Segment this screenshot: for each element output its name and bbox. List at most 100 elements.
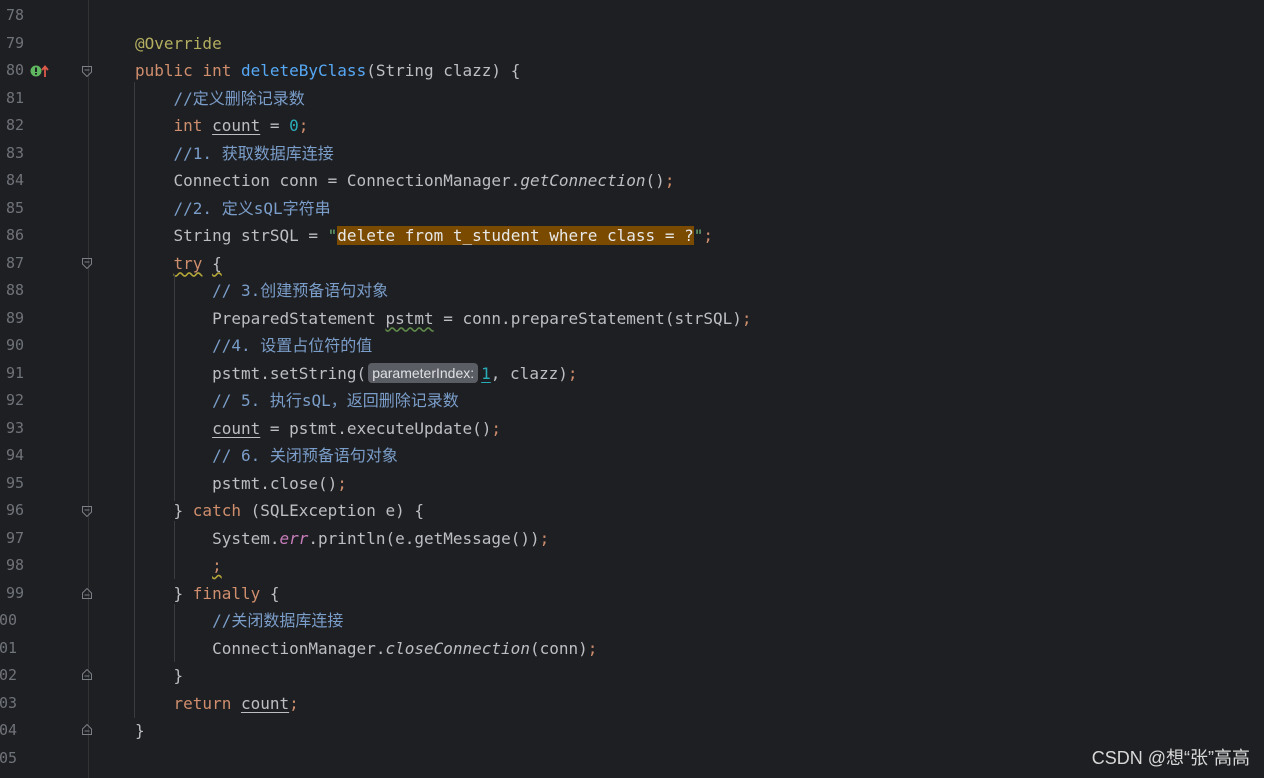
code-token: =	[260, 116, 290, 135]
code-line[interactable]: 78	[0, 2, 1264, 30]
code-token: pstmt.close()	[135, 473, 338, 493]
code-line[interactable]: 83 //1. 获取数据库连接	[0, 140, 1264, 168]
code-text[interactable]: String strSQL = "delete from t_student w…	[135, 222, 713, 250]
line-number: 84	[6, 171, 25, 189]
code-text[interactable]: //1. 获取数据库连接	[135, 140, 334, 168]
code-text[interactable]: }	[135, 662, 184, 690]
code-text[interactable]: pstmt.setString(parameterIndex: 1, clazz)…	[135, 360, 577, 388]
line-number: 87	[6, 253, 25, 272]
code-token: ;	[587, 638, 598, 658]
code-text[interactable]: int count = 0;	[135, 112, 309, 140]
code-text[interactable]: //2. 定义sQL字符串	[135, 195, 331, 223]
code-line[interactable]: 105	[0, 745, 1264, 773]
code-token: int	[202, 61, 241, 80]
code-token: count	[212, 418, 261, 438]
code-line[interactable]: 91 pstmt.setString(parameterIndex: 1, cla…	[0, 360, 1264, 388]
line-number: 83	[6, 143, 25, 162]
code-text[interactable]: return count;	[135, 690, 299, 718]
indent-guide	[174, 521, 175, 579]
line-number: 81	[6, 88, 25, 107]
code-text[interactable]: ;	[135, 552, 222, 580]
code-line[interactable]: 79 @Override	[0, 30, 1264, 58]
code-token: delete from t_student where class = ?	[337, 226, 694, 245]
code-line[interactable]: 102 }	[0, 662, 1264, 690]
code-token: ;	[337, 473, 347, 493]
code-text[interactable]: @Override	[135, 30, 222, 58]
code-text[interactable]: public int deleteByClass(String clazz) {	[135, 57, 520, 85]
fold-marker-icon[interactable]	[82, 506, 92, 517]
fold-marker-icon[interactable]	[82, 66, 92, 77]
line-number: 95	[6, 473, 25, 492]
code-token: // 3.创建预备语句对象	[212, 281, 389, 300]
code-line[interactable]: 86 String strSQL = "delete from t_studen…	[0, 222, 1264, 250]
line-number: 82	[6, 116, 25, 134]
code-token: ;	[567, 363, 578, 383]
code-line[interactable]: 99 } finally {	[0, 580, 1264, 608]
code-token: PreparedStatement	[135, 308, 386, 328]
code-text[interactable]: //定义删除记录数	[135, 85, 305, 113]
code-token: deleteByClass	[240, 61, 367, 80]
code-line[interactable]: 87 try {	[0, 250, 1264, 278]
code-token: //4. 设置占位符的值	[212, 336, 373, 355]
code-line[interactable]: 93 count = pstmt.executeUpdate();	[0, 415, 1264, 443]
code-line[interactable]: 90 //4. 设置占位符的值	[0, 332, 1264, 360]
code-text[interactable]: pstmt.close();	[135, 470, 347, 498]
line-number: 93	[6, 418, 25, 437]
code-line[interactable]: 89 PreparedStatement pstmt = conn.prepar…	[0, 305, 1264, 333]
line-number: 88	[6, 281, 25, 299]
code-token: "	[327, 226, 338, 245]
code-line[interactable]: 81 //定义删除记录数	[0, 85, 1264, 113]
code-line[interactable]: 101 ConnectionManager.closeConnection(co…	[0, 635, 1264, 663]
code-text[interactable]: ConnectionManager.closeConnection(conn);	[135, 635, 597, 663]
code-line[interactable]: 85 //2. 定义sQL字符串	[0, 195, 1264, 223]
code-line[interactable]: 84 Connection conn = ConnectionManager.g…	[0, 167, 1264, 195]
code-token: ;	[703, 226, 713, 245]
parameter-hint: parameterIndex:	[368, 362, 479, 383]
code-line[interactable]: 94 // 6. 关闭预备语句对象	[0, 442, 1264, 470]
line-number: 98	[6, 556, 25, 574]
code-token: public	[135, 61, 203, 80]
code-token: }	[135, 721, 145, 740]
code-token: ConnectionManager.	[135, 638, 386, 658]
fold-marker-icon[interactable]	[82, 669, 92, 680]
code-token: ;	[289, 693, 299, 713]
code-line[interactable]: 98 ;	[0, 552, 1264, 580]
code-line[interactable]: 104}	[0, 717, 1264, 745]
code-token: ;	[539, 528, 550, 548]
code-text[interactable]: // 3.创建预备语句对象	[135, 277, 388, 305]
code-text[interactable]: }	[135, 717, 145, 745]
fold-marker-icon[interactable]	[82, 724, 92, 735]
code-line[interactable]: 88 // 3.创建预备语句对象	[0, 277, 1264, 305]
line-number: 104	[0, 721, 18, 739]
code-text[interactable]: try {	[135, 250, 222, 278]
code-token: //关闭数据库连接	[212, 611, 344, 630]
code-editor[interactable]: 78 79 @Override 80 public int deleteByClass(…	[0, 0, 1264, 778]
code-text[interactable]: PreparedStatement pstmt = conn.prepareSt…	[135, 305, 751, 333]
code-line[interactable]: 95 pstmt.close();	[0, 470, 1264, 498]
code-text[interactable]: } catch (SQLException e) {	[135, 497, 424, 525]
code-text[interactable]: } finally {	[135, 580, 280, 608]
code-text[interactable]: //4. 设置占位符的值	[135, 332, 372, 360]
implements-method-icon[interactable]	[30, 64, 50, 78]
line-number: 94	[6, 446, 25, 464]
code-line[interactable]: 100 //关闭数据库连接	[0, 607, 1264, 635]
code-text[interactable]: // 5. 执行sQL，返回删除记录数	[135, 387, 459, 415]
code-text[interactable]: System.err.println(e.getMessage());	[135, 525, 549, 553]
line-number: 92	[6, 391, 25, 409]
code-text[interactable]: count = pstmt.executeUpdate();	[135, 415, 501, 443]
code-token: // 6. 关闭预备语句对象	[212, 446, 398, 465]
code-text[interactable]: //关闭数据库连接	[135, 607, 343, 635]
code-line[interactable]: 97 System.err.println(e.getMessage());	[0, 525, 1264, 553]
code-line[interactable]: 82 int count = 0;	[0, 112, 1264, 140]
code-line[interactable]: 80 public int deleteByClass(String clazz)…	[0, 57, 1264, 85]
code-line[interactable]: 103 return count;	[0, 690, 1264, 718]
fold-marker-icon[interactable]	[82, 258, 92, 269]
code-text[interactable]: Connection conn = ConnectionManager.getC…	[135, 167, 675, 195]
code-line[interactable]: 96 } catch (SQLException e) {	[0, 497, 1264, 525]
code-token: ;	[212, 556, 222, 575]
code-line[interactable]: 92 // 5. 执行sQL，返回删除记录数	[0, 387, 1264, 415]
fold-marker-icon[interactable]	[82, 588, 92, 599]
